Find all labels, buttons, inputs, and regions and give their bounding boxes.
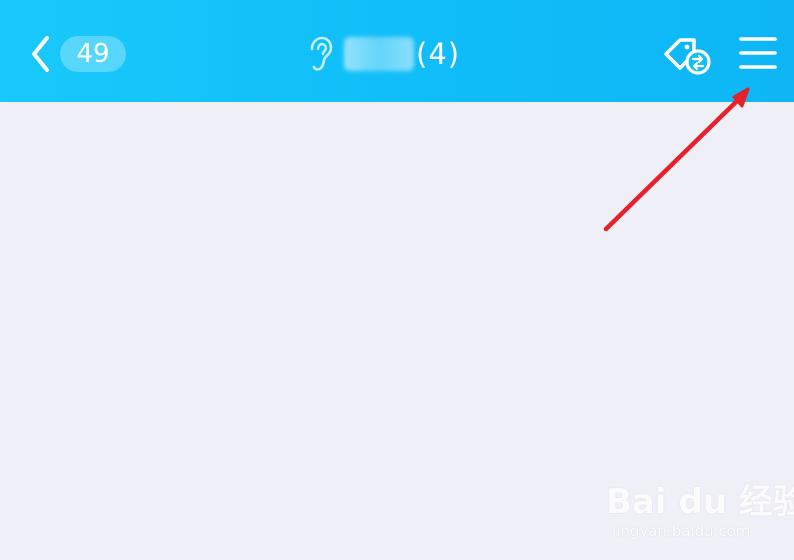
hamburger-menu-icon xyxy=(739,37,777,69)
tag-swap-icon xyxy=(664,38,711,75)
chat-title: (4) xyxy=(306,32,460,76)
member-count: (4) xyxy=(416,37,461,71)
header-bar: 49 (4) xyxy=(0,0,794,102)
tag-swap-button[interactable] xyxy=(662,34,712,76)
back-button[interactable]: 49 xyxy=(30,34,126,74)
ear-icon xyxy=(310,36,333,71)
chevron-left-icon xyxy=(32,36,49,72)
unread-count-badge: 49 xyxy=(60,36,126,72)
chat-name-redacted xyxy=(344,37,414,71)
hamburger-menu-button[interactable] xyxy=(738,34,778,72)
chat-screen: 49 (4) Bai du 经验 jingyan.baidu.com xyxy=(0,0,794,560)
watermark-url: jingyan.baidu.com xyxy=(612,522,751,540)
watermark-brand: Bai du 经验 xyxy=(606,482,794,522)
baidu-jingyan-watermark: Bai du 经验 jingyan.baidu.com xyxy=(606,474,794,550)
